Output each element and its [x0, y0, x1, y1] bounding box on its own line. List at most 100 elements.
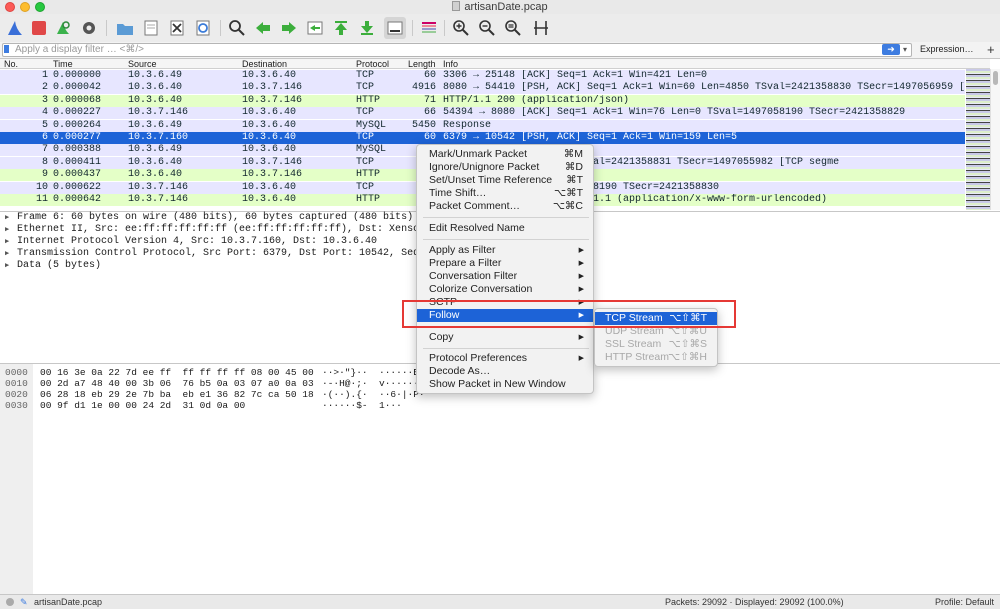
last-packet-button[interactable]: [356, 17, 378, 39]
menu-item-mark-packet[interactable]: Mark/Unmark Packet ⌘M: [417, 148, 593, 161]
column-header-length[interactable]: Length: [408, 59, 436, 69]
packet-cell-time: 0.000437: [53, 169, 102, 181]
byte-ascii[interactable]: ·(··).{· ··6·|·P·: [322, 390, 425, 400]
byte-hex[interactable]: 00 9f d1 1e 00 00 24 2d 31 0d 0a 00: [40, 401, 245, 411]
filter-history-dropdown[interactable]: ▾: [903, 45, 907, 54]
column-header-info[interactable]: Info: [443, 59, 458, 69]
restart-capture-button[interactable]: [52, 17, 74, 39]
menu-item-prepare-filter[interactable]: Prepare a Filter ▶: [417, 257, 593, 270]
reload-file-button[interactable]: [192, 17, 214, 39]
menu-item-apply-as-filter[interactable]: Apply as Filter ▶: [417, 244, 593, 257]
menu-item-ignore-packet[interactable]: Ignore/Unignore Packet ⌘D: [417, 161, 593, 174]
apply-filter-button[interactable]: ➜: [882, 44, 900, 55]
detail-row-data[interactable]: ▶ Data (5 bytes): [5, 260, 101, 272]
packet-row[interactable]: 1 0.000000 10.3.6.49 10.3.6.40 TCP 60 3306 → 2…: [0, 70, 965, 82]
packet-row[interactable]: 2 0.000042 10.3.6.40 10.3.7.146 TCP 4916 8080 …: [0, 82, 965, 95]
expand-triangle-icon[interactable]: ▶: [5, 236, 17, 248]
close-file-button[interactable]: [166, 17, 188, 39]
submenu-item-udp-stream[interactable]: UDP Stream ⌥⇧⌘U: [595, 325, 717, 338]
menu-item-decode-as[interactable]: Decode As…: [417, 365, 593, 378]
column-header-time[interactable]: Time: [53, 59, 73, 69]
byte-ascii[interactable]: ··>·"}·· ······E: [322, 368, 419, 378]
packet-minimap[interactable]: [966, 69, 990, 210]
auto-scroll-button[interactable]: [384, 17, 406, 39]
byte-ascii[interactable]: ······$- 1···: [322, 401, 402, 411]
packet-row[interactable]: 3 0.000068 10.3.6.40 10.3.7.146 HTTP 71 HTTP/1…: [0, 94, 965, 107]
save-file-button[interactable]: [140, 17, 162, 39]
packet-cell-proto: TCP: [356, 132, 375, 143]
submenu-item-http-stream[interactable]: HTTP Stream ⌥⇧⌘H: [595, 351, 717, 364]
packet-cell-dst: 10.3.6.40: [242, 107, 297, 119]
expand-triangle-icon[interactable]: ▶: [5, 212, 17, 224]
zoom-in-icon: [453, 20, 469, 36]
stop-capture-button[interactable]: [28, 17, 50, 39]
edit-comment-icon[interactable]: ✎: [20, 597, 28, 608]
packet-cell-len: 60: [423, 132, 436, 143]
zoom-normal-button[interactable]: [502, 17, 524, 39]
go-to-packet-button[interactable]: [304, 17, 326, 39]
colorize-button[interactable]: [418, 17, 440, 39]
byte-ascii[interactable]: ·-·H@·;· v·······: [322, 379, 425, 389]
restart-icon: [57, 21, 70, 34]
resize-columns-button[interactable]: [530, 17, 552, 39]
zoom-in-button[interactable]: [450, 17, 472, 39]
submenu-item-ssl-stream[interactable]: SSL Stream ⌥⇧⌘S: [595, 338, 717, 351]
menu-item-colorize-conversation[interactable]: Colorize Conversation ▶: [417, 283, 593, 296]
expand-triangle-icon[interactable]: ▶: [5, 224, 17, 236]
display-filter-input[interactable]: Apply a display filter … <⌘/>: [2, 43, 912, 57]
zoom-out-button[interactable]: [476, 17, 498, 39]
column-header-source[interactable]: Source: [128, 59, 157, 69]
menu-item-packet-comment[interactable]: Packet Comment… ⌥⌘C: [417, 200, 593, 213]
arrow-right-icon: [282, 22, 296, 34]
expand-triangle-icon[interactable]: ▶: [5, 260, 17, 272]
menu-item-follow[interactable]: Follow ▶: [417, 309, 593, 322]
menu-item-edit-resolved-name[interactable]: Edit Resolved Name: [417, 222, 593, 235]
expert-info-icon[interactable]: [6, 598, 14, 606]
packet-cell-proto: HTTP: [356, 194, 381, 205]
byte-hex[interactable]: 00 16 3e 0a 22 7d ee ff ff ff ff ff 08 0…: [40, 368, 314, 378]
open-file-button[interactable]: [114, 17, 136, 39]
zoom-out-icon: [479, 20, 495, 36]
menu-item-conversation-filter[interactable]: Conversation Filter ▶: [417, 270, 593, 283]
first-packet-button[interactable]: [330, 17, 352, 39]
menu-item-copy[interactable]: Copy ▶: [417, 331, 593, 344]
packet-cell-src: 10.3.7.160: [128, 132, 189, 143]
detail-row-ip[interactable]: ▶ Internet Protocol Version 4, Src: 10.3.…: [5, 236, 377, 248]
submenu-arrow-icon: ▶: [578, 273, 584, 280]
go-back-button[interactable]: [252, 17, 274, 39]
packet-cell-src: 10.3.7.146: [128, 181, 189, 193]
column-header-destination[interactable]: Destination: [242, 59, 287, 69]
menu-item-time-shift[interactable]: Time Shift… ⌥⌘T: [417, 187, 593, 200]
menu-item-protocol-preferences[interactable]: Protocol Preferences ▶: [417, 352, 593, 365]
packet-cell-len: 5450: [411, 119, 436, 131]
packet-row[interactable]: 5 0.000264 10.3.6.49 10.3.6.40 MySQL 5450 Resp…: [0, 119, 965, 132]
bookmark-icon[interactable]: [4, 45, 9, 53]
packet-row[interactable]: 6 0.000277 10.3.7.160 10.3.6.40 TCP 60 6379 → …: [0, 132, 965, 144]
packet-row[interactable]: 4 0.000227 10.3.7.146 10.3.6.40 TCP 66 54394 →…: [0, 107, 965, 120]
detail-row-frame[interactable]: ▶ Frame 6: 60 bytes on wire (480 bits), 6…: [5, 212, 413, 224]
menu-item-time-reference[interactable]: Set/Unset Time Reference ⌘T: [417, 174, 593, 187]
find-packet-button[interactable]: [226, 17, 248, 39]
byte-hex[interactable]: 06 28 18 eb 29 2e 7b ba eb e1 36 82 7c c…: [40, 390, 314, 400]
go-forward-button[interactable]: [278, 17, 300, 39]
colorize-icon: [422, 22, 436, 33]
capture-options-button[interactable]: [78, 17, 100, 39]
detail-row-tcp[interactable]: ▶ Transmission Control Protocol, Src Port…: [5, 248, 461, 260]
column-header-protocol[interactable]: Protocol: [356, 59, 389, 69]
expand-triangle-icon[interactable]: ▶: [5, 248, 17, 260]
packet-cell-info: Response: [443, 119, 492, 131]
menu-item-show-packet-new-window[interactable]: Show Packet in New Window: [417, 378, 593, 391]
expression-button[interactable]: Expression…: [920, 44, 974, 54]
byte-hex[interactable]: 00 2d a7 48 40 00 3b 06 76 b5 0a 03 07 a…: [40, 379, 314, 389]
packet-cell-proto: HTTP: [356, 169, 381, 181]
submenu-item-tcp-stream[interactable]: TCP Stream ⌥⇧⌘T: [595, 312, 717, 325]
column-header-no[interactable]: No.: [4, 59, 18, 69]
display-filter-bar: Apply a display filter … <⌘/> ➜ ▾ Expres…: [0, 42, 1000, 59]
status-profile[interactable]: Profile: Default: [935, 597, 994, 607]
menu-item-sctp[interactable]: SCTP ▶: [417, 296, 593, 309]
packet-list-scrollbar[interactable]: [990, 69, 1000, 210]
start-capture-button[interactable]: [4, 17, 26, 39]
detail-row-ethernet[interactable]: ▶ Ethernet II, Src: ee:ff:ff:ff:ff:ff (ee…: [5, 224, 455, 236]
packet-cell-dst: 10.3.6.40: [242, 132, 297, 143]
add-filter-button[interactable]: +: [987, 42, 995, 57]
